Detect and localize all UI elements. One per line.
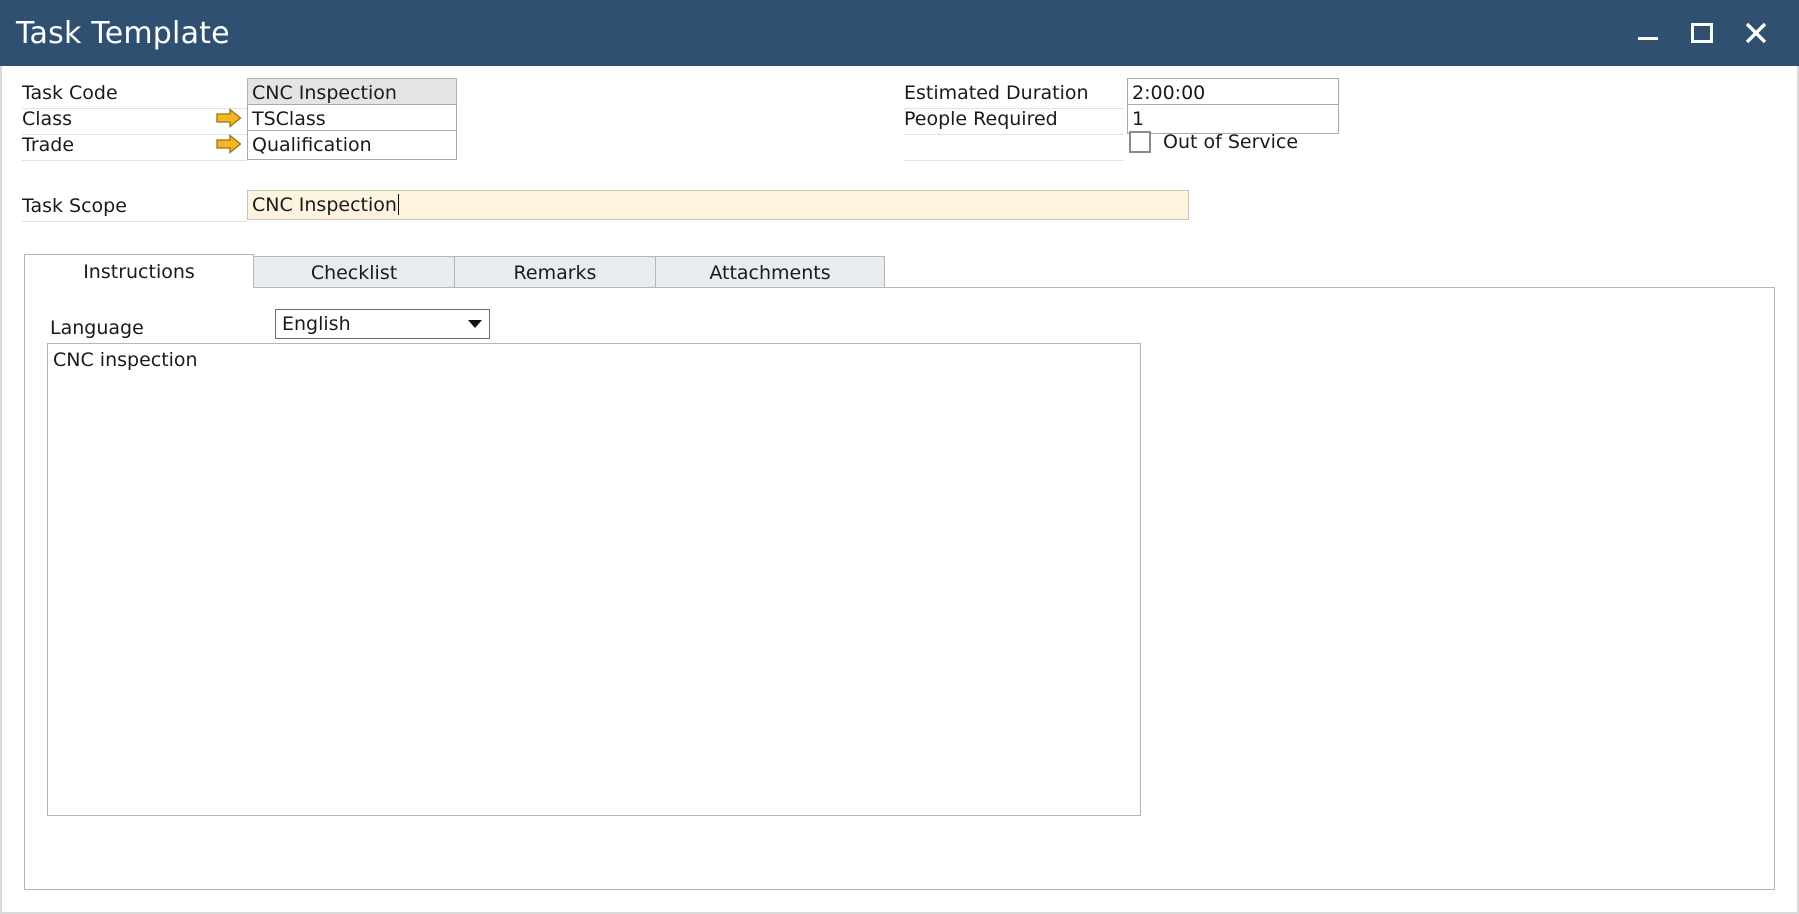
window-controls (1621, 10, 1783, 56)
out-of-service-label: Out of Service (1163, 131, 1298, 153)
window-titlebar: Task Template (0, 0, 1799, 66)
instructions-textarea[interactable]: CNC inspection (47, 343, 1141, 816)
tab-remarks-label: Remarks (514, 262, 597, 284)
chevron-down-icon[interactable] (461, 319, 489, 329)
task-template-window: Task Template Task Code Cla (0, 0, 1799, 914)
text-caret (398, 194, 399, 215)
language-select[interactable]: English (275, 309, 490, 339)
close-icon (1742, 19, 1770, 47)
out-of-service-checkbox[interactable] (1129, 131, 1151, 153)
tab-panel-instructions: Language English CNC inspection (24, 287, 1775, 890)
task-scope-label: Task Scope (22, 193, 127, 219)
out-of-service-checkbox-row[interactable]: Out of Service (1129, 131, 1298, 153)
trade-input[interactable]: Qualification (247, 130, 457, 160)
task-scope-value: CNC Inspection (252, 194, 397, 216)
tab-checklist[interactable]: Checklist (253, 256, 455, 288)
maximize-icon (1689, 21, 1715, 45)
trade-label-underline (22, 160, 247, 161)
tab-checklist-label: Checklist (311, 262, 397, 284)
people-required-label-underline (904, 134, 1124, 135)
tab-remarks[interactable]: Remarks (454, 256, 656, 288)
trade-link-arrow-icon[interactable] (216, 134, 242, 154)
people-required-input[interactable]: 1 (1127, 104, 1339, 134)
tab-attachments-label: Attachments (709, 262, 830, 284)
tab-instructions[interactable]: Instructions (24, 254, 254, 288)
language-label: Language (50, 317, 144, 339)
minimize-button[interactable] (1621, 10, 1675, 56)
estimated-duration-label: Estimated Duration (904, 80, 1089, 106)
maximize-button[interactable] (1675, 10, 1729, 56)
task-scope-label-underline (22, 221, 247, 222)
tab-attachments[interactable]: Attachments (655, 256, 885, 288)
trade-label: Trade (22, 132, 74, 158)
minimize-icon (1635, 22, 1661, 44)
tab-strip: Instructions Checklist Remarks Attachmen… (24, 254, 884, 288)
class-label: Class (22, 106, 72, 132)
window-content: Task Code Class Trade CNC Inspection TSC… (0, 66, 1799, 914)
task-code-label: Task Code (22, 80, 118, 106)
out-of-service-row-underline (904, 160, 1124, 161)
tab-instructions-label: Instructions (83, 261, 195, 283)
window-title: Task Template (16, 16, 230, 51)
people-required-label: People Required (904, 106, 1058, 132)
task-scope-input[interactable]: CNC Inspection (247, 190, 1189, 220)
class-link-arrow-icon[interactable] (216, 108, 242, 128)
close-button[interactable] (1729, 10, 1783, 56)
language-selected-value: English (282, 313, 461, 335)
